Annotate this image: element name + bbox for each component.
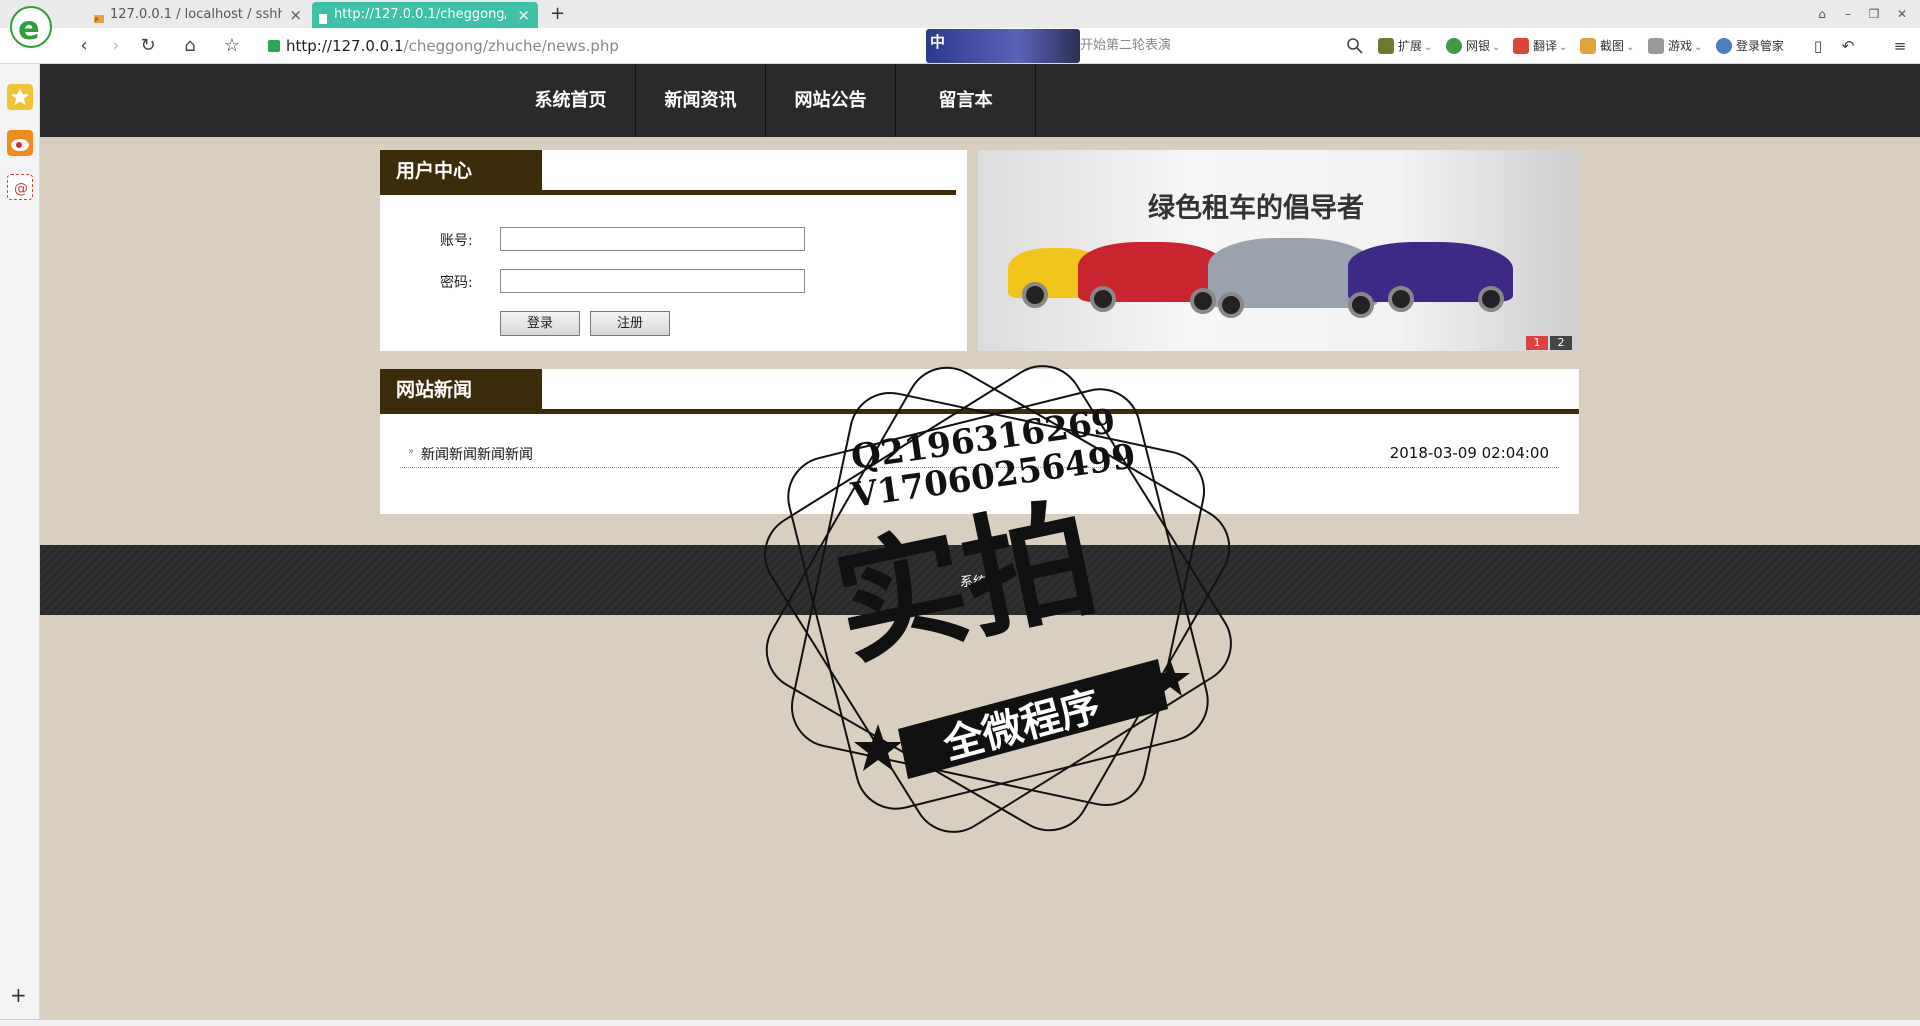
weibo-icon[interactable] xyxy=(7,130,33,156)
tab-label: http://127.0.0.1/cheggong/zhuche/news.ph… xyxy=(334,7,506,22)
key-icon xyxy=(1716,38,1732,54)
wheel xyxy=(1388,286,1414,312)
account-label: 账号: xyxy=(440,233,473,249)
promo-text[interactable]: 开始第二轮表演 xyxy=(1080,33,1171,59)
browser-logo-icon[interactable]: e xyxy=(10,6,52,48)
banner-title: 绿色租车的倡导者 xyxy=(1148,193,1364,224)
web-page: 系统首页 新闻资讯 网站公告 留言本 用户中心 账号: 密码: 登录 注册 绿色… xyxy=(40,64,1920,1019)
pma-icon: P xyxy=(93,9,105,24)
reading-mode-icon[interactable]: ▯ xyxy=(1806,34,1830,58)
gamepad-icon xyxy=(1648,38,1664,54)
add-sidebar-icon[interactable]: + xyxy=(10,985,27,1005)
site-news-title: 网站新闻 xyxy=(380,369,542,411)
nav-news[interactable]: 新闻资讯 xyxy=(636,64,766,137)
ext-label: 登录管家 xyxy=(1736,39,1785,53)
site-nav: 系统首页 新闻资讯 网站公告 留言本 xyxy=(40,64,1920,137)
panel-header: 用户中心 xyxy=(380,150,967,195)
minimize-icon[interactable]: – xyxy=(1838,4,1858,24)
svg-text:e: e xyxy=(18,9,40,46)
divider xyxy=(380,409,1579,414)
browser-sidebar: @ + xyxy=(0,64,40,1019)
ext-banking[interactable]: 网银 ⌄ xyxy=(1446,36,1500,56)
user-center-panel: 用户中心 账号: 密码: 登录 注册 xyxy=(380,150,967,351)
close-icon[interactable]: × xyxy=(517,2,530,28)
watermark-ribbon: 全微程序 xyxy=(938,683,1105,769)
reload-icon[interactable]: ↻ xyxy=(136,34,160,58)
nav-guestbook[interactable]: 留言本 xyxy=(896,64,1036,137)
ext-extensions[interactable]: 扩展 ⌄ xyxy=(1378,36,1432,56)
browser-toolbar: ‹ › ↻ ⌂ ☆ http://127.0.0.1/cheggong/zhuc… xyxy=(0,28,1920,64)
site-news-panel: 网站新闻 » 新闻新闻新闻新闻 2018-03-09 02:04:00 xyxy=(380,369,1579,514)
address-host: http://127.0.0.1 xyxy=(286,37,404,55)
wheel xyxy=(1218,292,1244,318)
ext-login-manager[interactable]: 登录管家 xyxy=(1716,36,1784,56)
scissors-icon xyxy=(1580,38,1596,54)
tab-news-page[interactable]: http://127.0.0.1/cheggong/zhuche/news.ph… xyxy=(312,2,538,28)
puzzle-icon xyxy=(1378,38,1394,54)
forward-icon[interactable]: › xyxy=(104,34,128,58)
divider xyxy=(380,190,956,195)
ext-label: 网银 xyxy=(1466,39,1491,53)
star-icon[interactable]: ☆ xyxy=(220,34,244,58)
new-tab-button[interactable]: + xyxy=(550,2,570,26)
status-bar xyxy=(0,1019,1920,1026)
password-label: 密码: xyxy=(440,275,473,291)
secure-icon xyxy=(268,40,280,52)
address-bar[interactable]: http://127.0.0.1/cheggong/zhuche/news.ph… xyxy=(266,33,918,59)
ext-label: 游戏 xyxy=(1668,39,1693,53)
restore-icon[interactable]: ❐ xyxy=(1864,4,1884,24)
account-input[interactable] xyxy=(500,227,805,251)
svg-text:P: P xyxy=(95,17,99,24)
nav-home[interactable]: 系统首页 xyxy=(506,64,636,137)
promo-badge: 中 xyxy=(930,33,946,51)
ext-label: 扩展 xyxy=(1398,39,1423,53)
address-path: /cheggong/zhuche/news.php xyxy=(403,37,619,55)
register-button[interactable]: 注册 xyxy=(590,311,670,336)
tab-phpmyadmin[interactable]: P 127.0.0.1 / localhost / sshhuo × xyxy=(88,2,310,28)
wheel xyxy=(1478,286,1504,312)
skin-icon[interactable]: ⌂ xyxy=(1812,4,1832,24)
panel-header: 网站新闻 xyxy=(380,369,1579,414)
browser-tab-bar: P 127.0.0.1 / localhost / sshhuo × http:… xyxy=(0,0,1920,28)
bullet-icon: » xyxy=(408,446,415,457)
wheel xyxy=(1090,286,1116,312)
search-icon[interactable] xyxy=(1346,37,1364,55)
close-icon[interactable]: × xyxy=(289,2,302,28)
site-footer: 系统 xyxy=(40,545,1920,615)
slide-dot-2[interactable]: 2 xyxy=(1550,336,1572,350)
ext-games[interactable]: 游戏 ⌄ xyxy=(1648,36,1702,56)
favorites-star-icon[interactable] xyxy=(7,84,33,110)
menu-icon[interactable]: ≡ xyxy=(1888,34,1912,58)
wheel xyxy=(1190,288,1216,314)
wheel xyxy=(1348,292,1374,318)
user-center-title: 用户中心 xyxy=(380,150,542,192)
news-item-title[interactable]: 新闻新闻新闻新闻 xyxy=(421,444,533,464)
back-icon[interactable]: ‹ xyxy=(72,34,96,58)
page-icon xyxy=(317,9,329,24)
mail-at-icon[interactable]: @ xyxy=(7,174,33,200)
news-list-item[interactable]: » 新闻新闻新闻新闻 2018-03-09 02:04:00 xyxy=(400,444,1559,468)
login-button[interactable]: 登录 xyxy=(500,311,580,336)
nav-announcements[interactable]: 网站公告 xyxy=(766,64,896,137)
close-window-icon[interactable]: ✕ xyxy=(1892,4,1912,24)
news-item-date: 2018-03-09 02:04:00 xyxy=(1389,444,1549,462)
tab-label: 127.0.0.1 / localhost / sshhuo xyxy=(110,7,282,22)
undo-icon[interactable]: ↶ xyxy=(1836,34,1860,58)
slide-dot-1[interactable]: 1 xyxy=(1526,336,1548,350)
car-banner: 绿色租车的倡导者 1 2 xyxy=(978,150,1579,351)
translate-icon xyxy=(1513,38,1529,54)
shield-icon xyxy=(1446,38,1462,54)
promo-banner[interactable]: 中 xyxy=(926,29,1080,63)
password-input[interactable] xyxy=(500,269,805,293)
footer-text: 系统 xyxy=(960,575,987,590)
ext-screenshot[interactable]: 截图 ⌄ xyxy=(1580,36,1634,56)
svg-text:@: @ xyxy=(14,181,28,197)
ext-label: 截图 xyxy=(1600,39,1625,53)
home-icon[interactable]: ⌂ xyxy=(178,34,202,58)
ext-label: 翻译 xyxy=(1533,39,1558,53)
wheel xyxy=(1022,282,1048,308)
ext-translate[interactable]: 翻译 ⌄ xyxy=(1513,36,1567,56)
